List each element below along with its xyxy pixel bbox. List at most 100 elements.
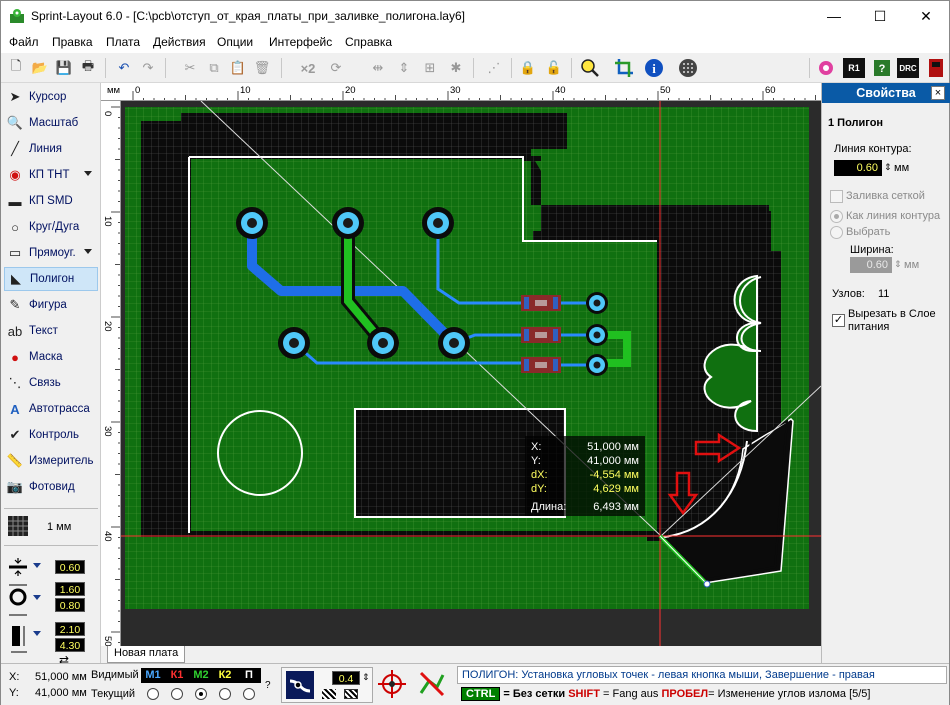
redo-icon[interactable]: ↷ (137, 57, 159, 79)
new-file-icon[interactable]: 🗋 (5, 57, 27, 79)
magnifier-icon[interactable] (579, 57, 601, 79)
duplicate-icon[interactable]: ×2 (297, 57, 319, 79)
track-dd-icon[interactable] (33, 563, 41, 568)
layer-3-toggle[interactable]: М2 (189, 668, 213, 683)
unlock-icon[interactable]: 🔓 (543, 57, 565, 79)
drc-badge[interactable]: DRC (897, 58, 919, 78)
tool-photoview[interactable]: 📷 Фотовид (4, 475, 98, 499)
menu-actions[interactable]: Действия (153, 35, 206, 49)
width-input[interactable]: 0.60 (850, 257, 892, 273)
tool-circle[interactable]: ○ Круг/Дуга (4, 215, 98, 239)
fill-pattern-icon[interactable] (322, 689, 336, 699)
tool-dropdown-icon[interactable] (84, 249, 92, 254)
node-point[interactable] (703, 580, 711, 588)
pcb-canvas[interactable]: X: 51,000 мм Y: 41,000 мм dX: -4,554 мм … (121, 101, 821, 646)
menu-board[interactable]: Плата (106, 35, 140, 49)
tht-pad[interactable] (289, 338, 299, 348)
no-airwires-icon[interactable] (417, 669, 447, 699)
pad-inner-value[interactable]: 0.80 (55, 598, 85, 612)
print-icon[interactable]: 🖶 (77, 57, 99, 79)
properties-close-button[interactable]: × (931, 86, 945, 100)
smd-dd-icon[interactable] (33, 631, 41, 636)
r1-badge[interactable]: R1 (843, 58, 865, 78)
select-width-radio[interactable] (830, 226, 843, 239)
as-contour-radio[interactable] (830, 210, 843, 223)
minimize-button[interactable]: — (811, 1, 857, 31)
tht-pad[interactable] (343, 218, 353, 228)
fill-pattern-icon-2[interactable] (344, 689, 358, 699)
cut-power-layer-checkbox[interactable]: ✓ (832, 314, 845, 327)
tht-pad[interactable] (378, 338, 388, 348)
mirror-h-icon[interactable]: ⇹ (367, 57, 389, 79)
layer-3-current-radio[interactable] (195, 688, 207, 700)
layer-5-current-radio[interactable] (243, 688, 255, 700)
maximize-button[interactable]: ☐ (857, 1, 903, 31)
layer-4-current-radio[interactable] (219, 688, 231, 700)
grid-value[interactable]: 1 мм (47, 521, 71, 533)
info-icon[interactable]: i (643, 57, 665, 79)
pcb-drawing[interactable]: X: 51,000 мм Y: 41,000 мм dX: -4,554 мм … (121, 101, 821, 646)
menu-help[interactable]: Справка (345, 35, 392, 49)
smd-height-value[interactable]: 4.30 (55, 638, 85, 652)
smd-width-value[interactable]: 2.10 (55, 622, 85, 636)
layer-2-toggle[interactable]: К1 (165, 668, 189, 683)
grid-icon[interactable] (7, 515, 29, 537)
zoom-value[interactable]: 0.4 (332, 671, 360, 685)
layers-help[interactable]: ? (265, 680, 271, 691)
cut-icon[interactable]: ✂ (179, 57, 201, 79)
group-icon[interactable]: ✱ (445, 57, 467, 79)
layer-1-current-radio[interactable] (147, 688, 159, 700)
layer-1-toggle[interactable]: М1 (141, 668, 165, 683)
tht-pad[interactable] (593, 299, 601, 307)
compass-icon[interactable] (377, 669, 407, 699)
copy-icon[interactable]: ⧉ (203, 57, 225, 79)
pattern-icon[interactable] (677, 57, 699, 79)
tool-cursor[interactable]: ➤ Курсор (4, 85, 98, 109)
component-check-icon[interactable]: ? (871, 57, 893, 79)
menu-interface[interactable]: Интерфейс (269, 35, 332, 49)
tool-shape[interactable]: ✎ Фигура (4, 293, 98, 317)
tool-measure[interactable]: 📏 Измеритель (4, 449, 98, 473)
close-button[interactable]: ✕ (903, 1, 949, 31)
mask-tool-icon[interactable] (815, 57, 837, 79)
layer-5-toggle[interactable]: П (237, 668, 261, 683)
tool-line[interactable]: ╱ Линия (4, 137, 98, 161)
layer-2-current-radio[interactable] (171, 688, 183, 700)
track-width-value[interactable]: 0.60 (55, 560, 85, 574)
zoom-spin-icon[interactable]: ⇕ (362, 672, 370, 683)
tht-pad[interactable] (593, 361, 601, 369)
contour-width-input[interactable]: 0.60 (834, 160, 882, 176)
mirror-v-icon[interactable]: ⇕ (393, 57, 415, 79)
macro-icon[interactable] (925, 57, 947, 79)
tool-text[interactable]: ab Текст (4, 319, 98, 343)
align-icon[interactable]: ⊞ (419, 57, 441, 79)
contour-spin-icon[interactable]: ⇕ (884, 162, 892, 173)
tht-pad[interactable] (247, 218, 257, 228)
layer-4-toggle[interactable]: К2 (213, 668, 237, 683)
paste-icon[interactable]: 📋 (227, 57, 249, 79)
tool-check[interactable]: ✔ Контроль (4, 423, 98, 447)
width-spin-icon[interactable]: ⇕ (894, 259, 902, 270)
tool-rect[interactable]: ▭ Прямоуг. (4, 241, 98, 265)
node-icon[interactable]: ⋰ (483, 57, 505, 79)
pad-outer-value[interactable]: 1.60 (55, 582, 85, 596)
zoom-mode-icon[interactable] (286, 671, 314, 699)
grid-fill-checkbox[interactable] (830, 190, 843, 203)
zoom-box[interactable]: 0.4 ⇕ (281, 667, 373, 703)
pad-dd-icon[interactable] (33, 595, 41, 600)
open-folder-icon[interactable]: 📂 (29, 57, 51, 79)
tool-dropdown-icon[interactable] (84, 171, 92, 176)
tool-connection[interactable]: ⋱ Связь (4, 371, 98, 395)
tool-zoom[interactable]: 🔍 Масштаб (4, 111, 98, 135)
menu-file[interactable]: Файл (9, 35, 39, 49)
tool-smd-pad[interactable]: ▬ КП SMD (4, 189, 98, 213)
rotate-icon[interactable]: ⟳ (325, 57, 347, 79)
delete-icon[interactable]: 🗑 (251, 57, 273, 79)
lock-icon[interactable]: 🔒 (517, 57, 539, 79)
tool-autoroute[interactable]: A Автотрасса (4, 397, 98, 421)
crop-icon[interactable] (613, 57, 635, 79)
tht-pad[interactable] (433, 218, 443, 228)
tht-pad[interactable] (449, 338, 459, 348)
tool-polygon[interactable]: ◣ Полигон (4, 267, 98, 291)
undo-icon[interactable]: ↶ (113, 57, 135, 79)
